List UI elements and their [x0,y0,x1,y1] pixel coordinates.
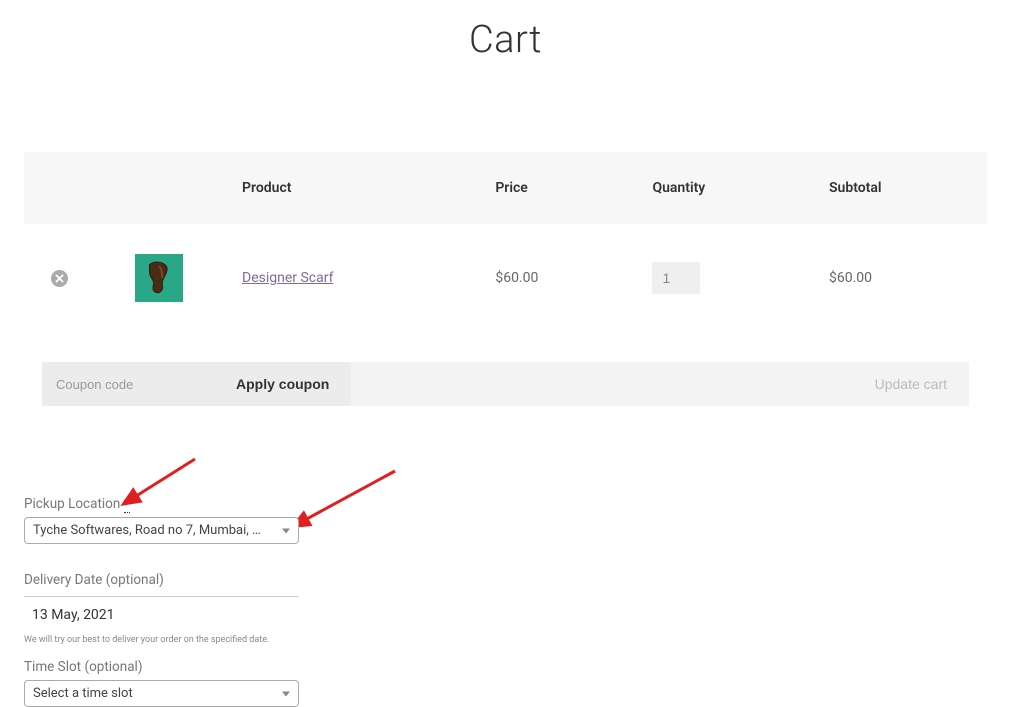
pickup-label-text: Pickup Location [24,496,124,512]
delivery-date-field: Delivery Date (optional) 13 May, 2021 [24,572,299,627]
close-icon [55,274,64,283]
delivery-form: Pickup Location * Tyche Softwares, Road … [0,496,340,707]
cell-price: $60.00 [477,224,634,332]
required-mark: * [124,496,130,513]
page-title: Cart [0,18,1011,62]
cart-table: Product Price Quantity Subtotal [24,152,987,436]
coupon-code-input[interactable] [42,362,214,406]
product-name-link[interactable]: Designer Scarf [242,270,333,286]
col-thumb [94,152,224,224]
scarf-icon [140,259,178,297]
cell-subtotal: $60.00 [811,224,987,332]
actions-row: Apply coupon Update cart [24,332,987,436]
pickup-location-label: Pickup Location * [24,496,316,512]
time-slot-select[interactable]: Select a time slot [24,680,299,707]
delivery-hint: We will try our best to deliver your ord… [24,635,316,645]
cart-row: Designer Scarf $60.00 $60.00 [24,224,987,332]
delivery-date-input[interactable]: 13 May, 2021 [24,597,299,627]
col-subtotal: Subtotal [811,152,987,224]
cart-container: Product Price Quantity Subtotal [0,152,1011,436]
col-quantity: Quantity [634,152,811,224]
quantity-input[interactable] [652,262,700,294]
time-slot-field: Time Slot (optional) Select a time slot [24,659,299,707]
pickup-location-select[interactable]: Tyche Softwares, Road no 7, Mumbai, … [24,517,299,544]
apply-coupon-button[interactable]: Apply coupon [214,362,351,406]
product-thumbnail[interactable] [135,254,183,302]
col-product: Product [224,152,477,224]
col-price: Price [477,152,634,224]
delivery-date-label: Delivery Date (optional) [24,572,299,597]
update-cart-button: Update cart [853,362,969,406]
actions-bar: Apply coupon Update cart [42,362,969,406]
remove-item-button[interactable] [51,270,68,287]
time-slot-label: Time Slot (optional) [24,659,299,675]
col-remove [24,152,94,224]
